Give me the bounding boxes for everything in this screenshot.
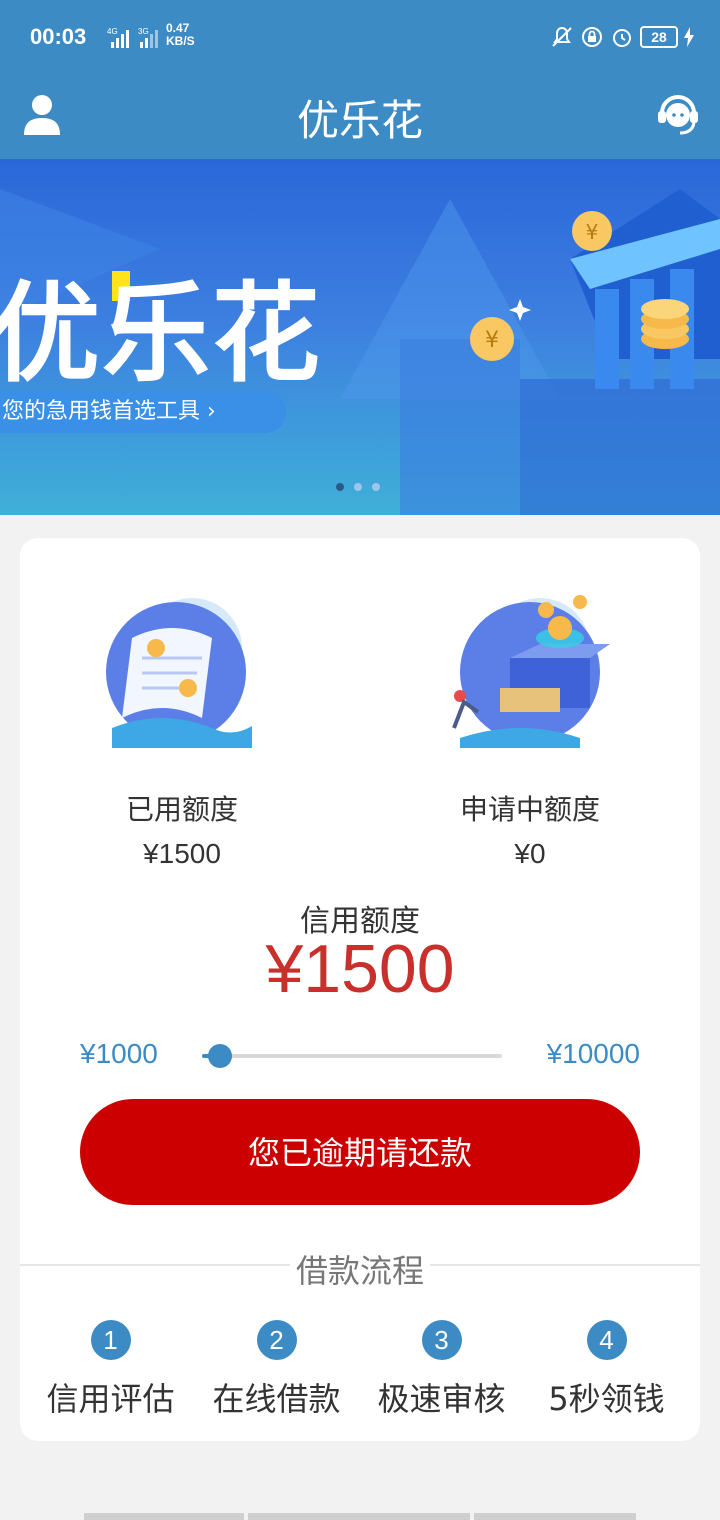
status-bar: 00:03 4G 3G 0.47 KB/S 28: [0, 0, 720, 75]
process-step: 2 在线借款: [194, 1320, 359, 1420]
pending-quota-label: 申请中额度: [459, 793, 600, 826]
banner-title: 优乐花: [0, 272, 323, 397]
repay-button[interactable]: 您已逾期请还款: [80, 1099, 640, 1205]
network-3g-label: 3G: [138, 27, 149, 36]
bank-coins-illustration: ¥ ¥: [470, 189, 720, 389]
used-quota-value: ¥1500: [143, 838, 221, 869]
alarm-icon: [613, 29, 631, 47]
process-title-text: 借款流程: [289, 1252, 430, 1290]
bottom-tab[interactable]: [474, 1513, 636, 1520]
credit-card-panel: 已用额度 ¥1500 申请中额度 ¥0 信用额度 ¥1500 ¥1000 ¥10…: [20, 538, 700, 1441]
step-number-badge: 4: [586, 1320, 627, 1360]
customer-service-icon[interactable]: [656, 93, 700, 137]
step-label: 信用评估: [46, 1380, 175, 1418]
slider-max-label: ¥10000: [546, 1038, 640, 1069]
network-speed: 0.47 KB/S: [166, 22, 195, 48]
process-step: 3 极速审核: [359, 1320, 524, 1420]
coin-yen-symbol: ¥: [485, 328, 499, 353]
status-icons: 28: [550, 22, 694, 52]
step-number-badge: 3: [421, 1320, 462, 1360]
process-step: 4 5秒领钱: [524, 1320, 689, 1420]
used-quota-icon: [106, 598, 252, 748]
coin-yen-symbol: ¥: [586, 220, 599, 244]
bottom-tab[interactable]: [84, 1513, 244, 1520]
app-header: 优乐花: [0, 75, 720, 159]
banner-slogan-button[interactable]: 您的急用钱首选工具 ›: [0, 391, 286, 433]
used-quota-label: 已用额度: [125, 793, 238, 826]
bottom-nav-edge: [84, 1513, 636, 1520]
network-4g-label: 4G: [107, 27, 118, 36]
charging-icon: [684, 27, 694, 47]
banner-dot[interactable]: [354, 483, 362, 491]
credit-slider[interactable]: [202, 1044, 502, 1068]
step-label: 在线借款: [212, 1380, 341, 1418]
lock-rotation-icon: [582, 27, 602, 47]
slider-thumb[interactable]: [208, 1044, 232, 1068]
bottom-tab[interactable]: [248, 1513, 470, 1520]
status-time: 00:03: [30, 24, 87, 49]
speed-unit: KB/S: [166, 34, 195, 48]
battery-indicator: 28: [640, 26, 678, 48]
credit-limit-value: ¥1500: [265, 931, 455, 1007]
promo-banner[interactable]: 优乐花 您的急用钱首选工具 › ¥ ¥: [0, 159, 720, 515]
page-title: 优乐花: [296, 96, 423, 145]
step-label: 5秒领钱: [548, 1380, 665, 1418]
mute-bell-icon: [552, 26, 572, 47]
pending-quota-icon: [452, 595, 610, 748]
process-section-title: 借款流程: [20, 1246, 700, 1292]
step-number-badge: 2: [256, 1320, 297, 1360]
step-label: 极速审核: [377, 1380, 506, 1418]
process-step: 1 信用评估: [28, 1320, 193, 1420]
banner-pagination: [336, 483, 380, 491]
slider-min-label: ¥1000: [80, 1038, 158, 1069]
pending-quota-value: ¥0: [514, 838, 546, 869]
banner-dot[interactable]: [372, 483, 380, 491]
banner-dot[interactable]: [336, 483, 344, 491]
step-number-badge: 1: [90, 1320, 131, 1360]
